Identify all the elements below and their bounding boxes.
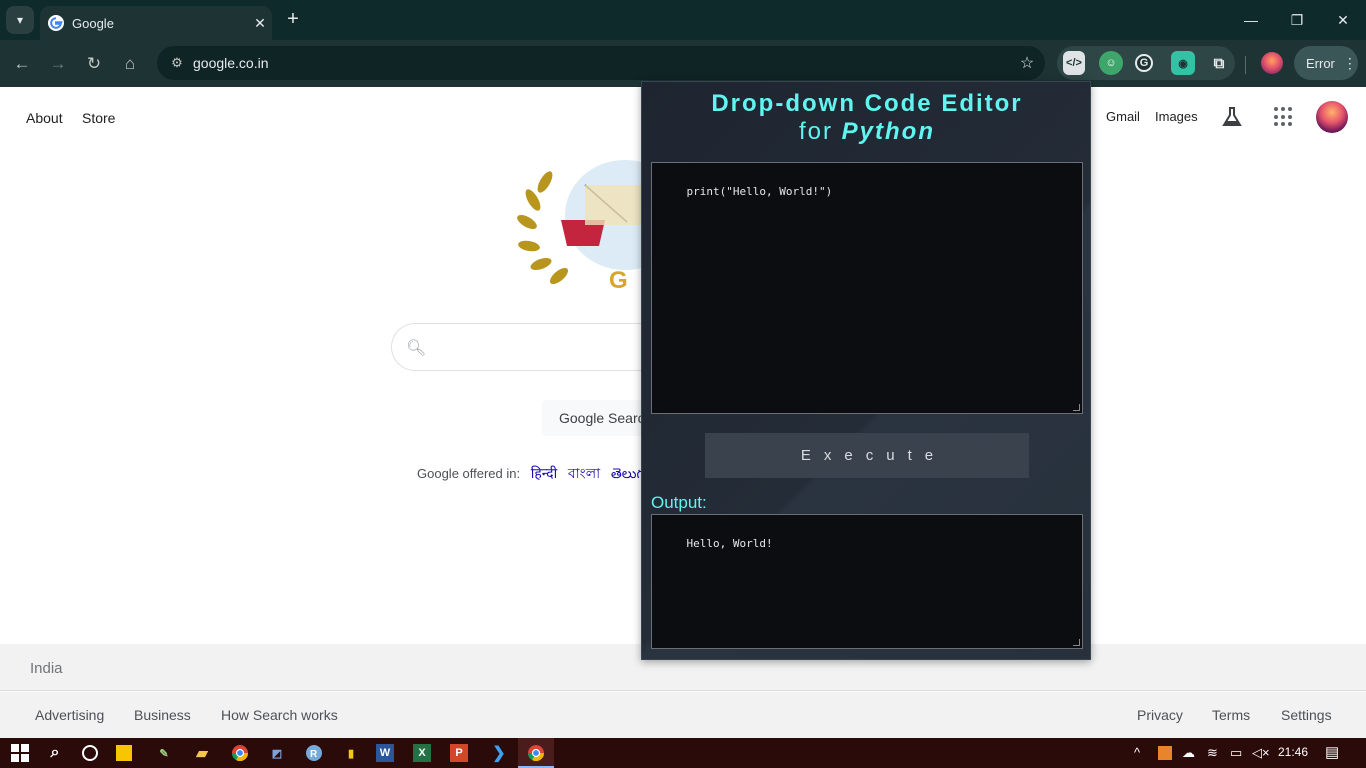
screenshot-extension-icon[interactable]: ◉	[1171, 51, 1195, 75]
xampp-tray-icon[interactable]	[1158, 746, 1172, 760]
footer-settings-link[interactable]: Settings	[1281, 707, 1332, 723]
svg-text:G: G	[609, 267, 628, 294]
address-bar[interactable]: ⚙ google.co.in ☆	[157, 46, 1045, 80]
gmail-link[interactable]: Gmail	[1106, 109, 1140, 124]
profile-error-button[interactable]: Error ⋮	[1294, 46, 1358, 80]
excel-icon[interactable]: X	[413, 744, 431, 762]
footer-how-search-works-link[interactable]: How Search works	[221, 707, 338, 723]
profile-avatar-icon[interactable]	[1261, 52, 1283, 74]
close-window-button[interactable]: ✕	[1320, 0, 1366, 40]
output-textarea[interactable]: Hello, World!	[651, 514, 1083, 649]
account-avatar[interactable]	[1316, 101, 1348, 133]
more-vert-icon: ⋮	[1342, 54, 1357, 71]
offered-in-label: Google offered in:	[417, 466, 521, 481]
extensions-group: </> ☺ G ◉ ⧉	[1057, 46, 1235, 80]
error-label: Error	[1306, 55, 1335, 71]
output-label: Output:	[651, 493, 707, 512]
svg-text:R: R	[310, 749, 318, 760]
search-labs-flask-icon[interactable]	[1222, 106, 1242, 128]
images-link[interactable]: Images	[1155, 109, 1198, 124]
close-tab-icon[interactable]: ✕	[248, 15, 272, 32]
popup-subtitle: for Python	[642, 118, 1092, 146]
notepad-icon[interactable]: ✎	[152, 741, 176, 765]
search-input[interactable]: 🔍︎	[391, 323, 661, 371]
minimize-button[interactable]: —	[1228, 0, 1274, 40]
r-studio-icon[interactable]: R	[302, 741, 326, 765]
footer-privacy-link[interactable]: Privacy	[1137, 707, 1183, 723]
output-text: Hello, World!	[686, 537, 773, 550]
google-doodle-image[interactable]: G	[515, 160, 645, 295]
windows-taskbar: ⌕ ✎ ▰ ◩ R ▮ W X P ❯ ^ ☁ ≋ ▭ ◁× 21:46 ▤	[0, 738, 1366, 768]
url-text: google.co.in	[193, 55, 269, 71]
new-tab-button[interactable]: +	[282, 9, 304, 31]
wifi-icon[interactable]: ≋	[1207, 745, 1218, 761]
restore-button[interactable]: ❐	[1274, 0, 1320, 40]
code-editor-extension-icon[interactable]: </>	[1063, 51, 1085, 75]
code-input-textarea[interactable]: print("Hello, World!")	[651, 162, 1083, 414]
grammarly-icon[interactable]: G	[1135, 54, 1153, 72]
footer-advertising-link[interactable]: Advertising	[35, 707, 104, 723]
extensions-puzzle-icon[interactable]: ⧉	[1207, 51, 1231, 75]
store-link[interactable]: Store	[82, 110, 115, 126]
powerpoint-icon[interactable]: P	[450, 744, 468, 762]
country-label: India	[30, 660, 63, 677]
chrome-icon[interactable]	[228, 741, 252, 765]
footer-business-link[interactable]: Business	[134, 707, 191, 723]
system-clock[interactable]: 21:46	[1278, 745, 1308, 759]
back-arrow-icon[interactable]: ←	[8, 50, 36, 78]
onedrive-cloud-icon[interactable]: ☁	[1182, 745, 1195, 761]
forward-arrow-icon[interactable]: →	[44, 50, 72, 78]
google-apps-grid-icon[interactable]	[1274, 107, 1294, 127]
sticky-notes-icon[interactable]	[116, 745, 132, 761]
notification-center-icon[interactable]: ▤	[1325, 743, 1339, 761]
code-editor-popup: Drop-down Code Editor for Python print("…	[641, 81, 1091, 660]
home-icon[interactable]: ⌂	[116, 50, 144, 78]
chrome-active-icon[interactable]	[524, 741, 548, 765]
word-icon[interactable]: W	[376, 744, 394, 762]
vscode-icon[interactable]: ❯	[487, 741, 511, 765]
power-bi-icon[interactable]: ▮	[339, 741, 363, 765]
file-explorer-icon[interactable]: ▰	[190, 741, 214, 765]
language-link-hindi[interactable]: हिन्दी	[531, 465, 557, 481]
offered-in-line: Google offered in: हिन्दी বাংলা తెలుగు	[417, 462, 650, 486]
reload-icon[interactable]: ↻	[80, 50, 108, 78]
google-favicon-icon	[48, 15, 64, 31]
mute-speaker-icon[interactable]: ◁×	[1252, 745, 1270, 761]
chevron-up-icon[interactable]: ^	[1134, 745, 1140, 760]
windows-start-icon[interactable]	[8, 741, 32, 765]
chevron-down-icon: ▾	[16, 13, 24, 27]
tab-google[interactable]: Google ✕	[40, 6, 272, 40]
tab-search-button[interactable]: ▾	[6, 6, 34, 34]
resize-handle-icon[interactable]	[1073, 639, 1080, 646]
footer-links-bar: Advertising Business How Search works Pr…	[0, 692, 1366, 738]
language-link-bengali[interactable]: বাংলা	[568, 465, 600, 481]
battery-icon[interactable]: ▭	[1230, 745, 1242, 761]
toolbar-divider	[1245, 56, 1246, 74]
search-icon[interactable]: ⌕	[43, 741, 67, 765]
google-search-button[interactable]: Google Search	[542, 400, 652, 436]
ssms-icon[interactable]: ◩	[265, 741, 289, 765]
popup-title: Drop-down Code Editor	[711, 90, 1023, 117]
search-icon: 🔍︎	[406, 340, 427, 357]
subtitle-prefix: for	[798, 118, 833, 145]
tab-strip: ▾ Google ✕ + — ❐ ✕	[0, 0, 1366, 40]
resize-handle-icon[interactable]	[1073, 404, 1080, 411]
code-text: print("Hello, World!")	[686, 185, 833, 198]
bookmark-star-icon[interactable]: ☆	[1009, 53, 1045, 73]
tab-title: Google	[72, 15, 114, 31]
execute-button[interactable]: Execute	[705, 433, 1029, 478]
browser-toolbar: ← → ↻ ⌂ ⚙ google.co.in ☆ </> ☺ G ◉ ⧉ Err…	[0, 40, 1366, 87]
footer-terms-link[interactable]: Terms	[1212, 707, 1250, 723]
subtitle-language: Python	[841, 118, 935, 145]
cortana-icon[interactable]	[78, 741, 102, 765]
about-link[interactable]: About	[26, 110, 63, 126]
robot-extension-icon[interactable]: ☺	[1099, 51, 1123, 75]
site-info-icon[interactable]: ⚙	[161, 55, 193, 71]
